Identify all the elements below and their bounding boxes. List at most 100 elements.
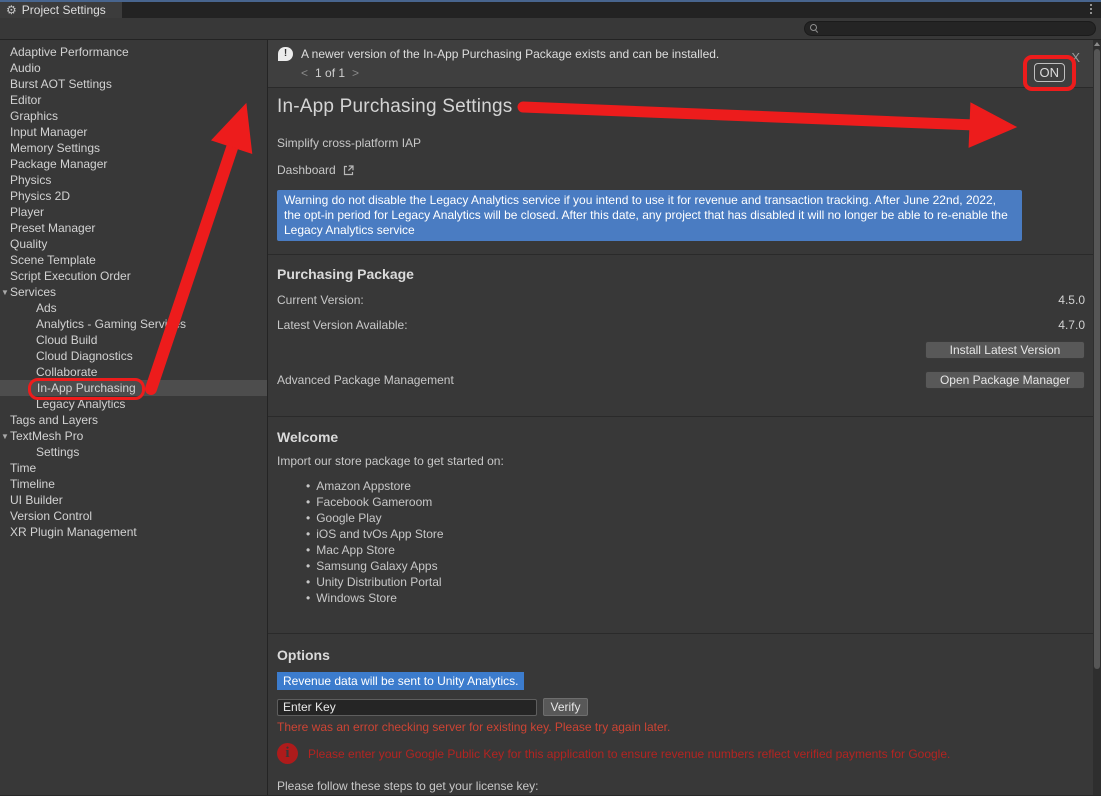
window-focus-accent xyxy=(0,0,1101,2)
sidebar-item-label: Services xyxy=(10,285,56,299)
sidebar-item-services[interactable]: ▼Services xyxy=(0,284,267,300)
store-list-item: • Facebook Gameroom xyxy=(306,494,1085,510)
sidebar-item-physics[interactable]: Physics xyxy=(0,172,267,188)
sidebar-item-script-execution-order[interactable]: Script Execution Order xyxy=(0,268,267,284)
foldout-arrow-icon[interactable]: ▼ xyxy=(1,285,9,301)
current-version-value: 4.5.0 xyxy=(1058,293,1085,307)
sidebar-item-cloud-build[interactable]: Cloud Build xyxy=(0,332,267,348)
store-name: Windows Store xyxy=(316,590,397,606)
section-heading-purchasing-package: Purchasing Package xyxy=(277,266,1085,282)
welcome-intro: Import our store package to get started … xyxy=(277,454,1085,468)
vertical-scrollbar[interactable] xyxy=(1093,40,1101,795)
section-heading-welcome: Welcome xyxy=(277,429,1085,445)
update-notification-banner: ! A newer version of the In-App Purchasi… xyxy=(268,40,1093,88)
latest-version-label: Latest Version Available: xyxy=(277,318,408,332)
sidebar-item-tags-and-layers[interactable]: Tags and Layers xyxy=(0,412,267,428)
bullet-icon: • xyxy=(306,478,310,494)
dashboard-link[interactable]: Dashboard xyxy=(277,163,1093,177)
sidebar-item-label: In-App Purchasing xyxy=(28,378,145,400)
sidebar-item-ads[interactable]: Ads xyxy=(0,300,267,316)
sidebar-item-preset-manager[interactable]: Preset Manager xyxy=(0,220,267,236)
bullet-icon: • xyxy=(306,526,310,542)
sidebar-item-label: Analytics - Gaming Services xyxy=(36,317,186,331)
sidebar-item-timeline[interactable]: Timeline xyxy=(0,476,267,492)
sidebar-item-physics-2d[interactable]: Physics 2D xyxy=(0,188,267,204)
iap-enable-toggle[interactable]: ON xyxy=(1034,63,1066,82)
sidebar-item-label: XR Plugin Management xyxy=(10,525,137,539)
sidebar-item-version-control[interactable]: Version Control xyxy=(0,508,267,524)
sidebar-item-label: Quality xyxy=(10,237,47,251)
sidebar-item-xr-plugin-management[interactable]: XR Plugin Management xyxy=(0,524,267,540)
sidebar-item-label: Cloud Diagnostics xyxy=(36,349,133,363)
kebab-menu-icon[interactable] xyxy=(1090,4,1092,14)
sidebar-item-label: Time xyxy=(10,461,36,475)
section-heading-options: Options xyxy=(277,647,1085,663)
google-key-input[interactable] xyxy=(277,699,537,716)
sidebar-item-input-manager[interactable]: Input Manager xyxy=(0,124,267,140)
sidebar-item-graphics[interactable]: Graphics xyxy=(0,108,267,124)
foldout-arrow-icon[interactable]: ▼ xyxy=(1,429,9,445)
store-name: Unity Distribution Portal xyxy=(316,574,441,590)
sidebar-item-label: Timeline xyxy=(10,477,55,491)
store-list-item: •iOS and tvOs App Store xyxy=(306,526,1085,542)
sidebar-item-analytics-gaming-services[interactable]: Analytics - Gaming Services xyxy=(0,316,267,332)
steps-intro: Please follow these steps to get your li… xyxy=(277,779,1085,793)
tab-title: Project Settings xyxy=(22,3,106,17)
sidebar-item-burst-aot-settings[interactable]: Burst AOT Settings xyxy=(0,76,267,92)
current-version-label: Current Version: xyxy=(277,293,364,307)
sidebar-item-editor[interactable]: Editor xyxy=(0,92,267,108)
pagination-next-button[interactable]: > xyxy=(352,66,359,80)
scrollbar-thumb[interactable] xyxy=(1094,49,1100,669)
sidebar-item-label: Input Manager xyxy=(10,125,87,139)
sidebar-item-quality[interactable]: Quality xyxy=(0,236,267,252)
settings-sidebar: Adaptive PerformanceAudioBurst AOT Setti… xyxy=(0,40,268,795)
sidebar-item-player[interactable]: Player xyxy=(0,204,267,220)
store-list-item: •Mac App Store xyxy=(306,542,1085,558)
verify-button[interactable]: Verify xyxy=(543,698,588,716)
advanced-package-management-label: Advanced Package Management xyxy=(277,373,454,387)
sidebar-item-memory-settings[interactable]: Memory Settings xyxy=(0,140,267,156)
toolbar xyxy=(0,18,1101,40)
search-box[interactable] xyxy=(804,21,1096,36)
store-list-item: • Amazon Appstore xyxy=(306,478,1085,494)
options-section: Options Revenue data will be sent to Uni… xyxy=(268,634,1093,795)
store-name: Amazon Appstore xyxy=(316,478,411,494)
sidebar-item-time[interactable]: Time xyxy=(0,460,267,476)
sidebar-item-textmesh-pro[interactable]: ▼TextMesh Pro xyxy=(0,428,267,444)
tab-project-settings[interactable]: ⚙ Project Settings xyxy=(0,0,122,18)
sidebar-item-label: Audio xyxy=(10,61,41,75)
notification-text: A newer version of the In-App Purchasing… xyxy=(301,47,719,61)
sidebar-item-label: Memory Settings xyxy=(10,141,100,155)
latest-version-value: 4.7.0 xyxy=(1058,318,1085,332)
store-name: Facebook Gameroom xyxy=(316,494,432,510)
sidebar-item-cloud-diagnostics[interactable]: Cloud Diagnostics xyxy=(0,348,267,364)
sidebar-item-label: Editor xyxy=(10,93,41,107)
sidebar-item-in-app-purchasing[interactable]: In-App Purchasing xyxy=(0,380,267,396)
sidebar-item-label: Player xyxy=(10,205,44,219)
external-link-icon xyxy=(342,164,355,177)
sidebar-item-settings[interactable]: Settings xyxy=(0,444,267,460)
sidebar-item-label: Version Control xyxy=(10,509,92,523)
scroll-up-arrow-icon[interactable] xyxy=(1094,42,1100,46)
notification-bubble-icon: ! xyxy=(278,47,293,61)
bullet-icon: • xyxy=(306,494,310,510)
sidebar-item-scene-template[interactable]: Scene Template xyxy=(0,252,267,268)
bullet-icon: • xyxy=(306,542,310,558)
sidebar-item-package-manager[interactable]: Package Manager xyxy=(0,156,267,172)
open-package-manager-button[interactable]: Open Package Manager xyxy=(925,371,1085,389)
sidebar-item-label: Package Manager xyxy=(10,157,107,171)
project-settings-window: ⚙ Project Settings Adaptive PerformanceA… xyxy=(0,0,1101,796)
sidebar-item-audio[interactable]: Audio xyxy=(0,60,267,76)
sidebar-item-ui-builder[interactable]: UI Builder xyxy=(0,492,267,508)
sidebar-item-label: Graphics xyxy=(10,109,58,123)
sidebar-item-label: Settings xyxy=(36,445,79,459)
install-latest-version-button[interactable]: Install Latest Version xyxy=(925,341,1085,359)
pagination-prev-button[interactable]: < xyxy=(301,66,308,80)
dashboard-label: Dashboard xyxy=(277,163,336,177)
page-subtitle: Simplify cross-platform IAP xyxy=(277,136,1093,150)
purchasing-package-section: Purchasing Package Current Version: 4.5.… xyxy=(268,255,1093,403)
sidebar-item-label: Physics 2D xyxy=(10,189,70,203)
server-error-text: There was an error checking server for e… xyxy=(277,720,1085,734)
sidebar-item-adaptive-performance[interactable]: Adaptive Performance xyxy=(0,44,267,60)
search-input[interactable] xyxy=(819,22,1095,35)
